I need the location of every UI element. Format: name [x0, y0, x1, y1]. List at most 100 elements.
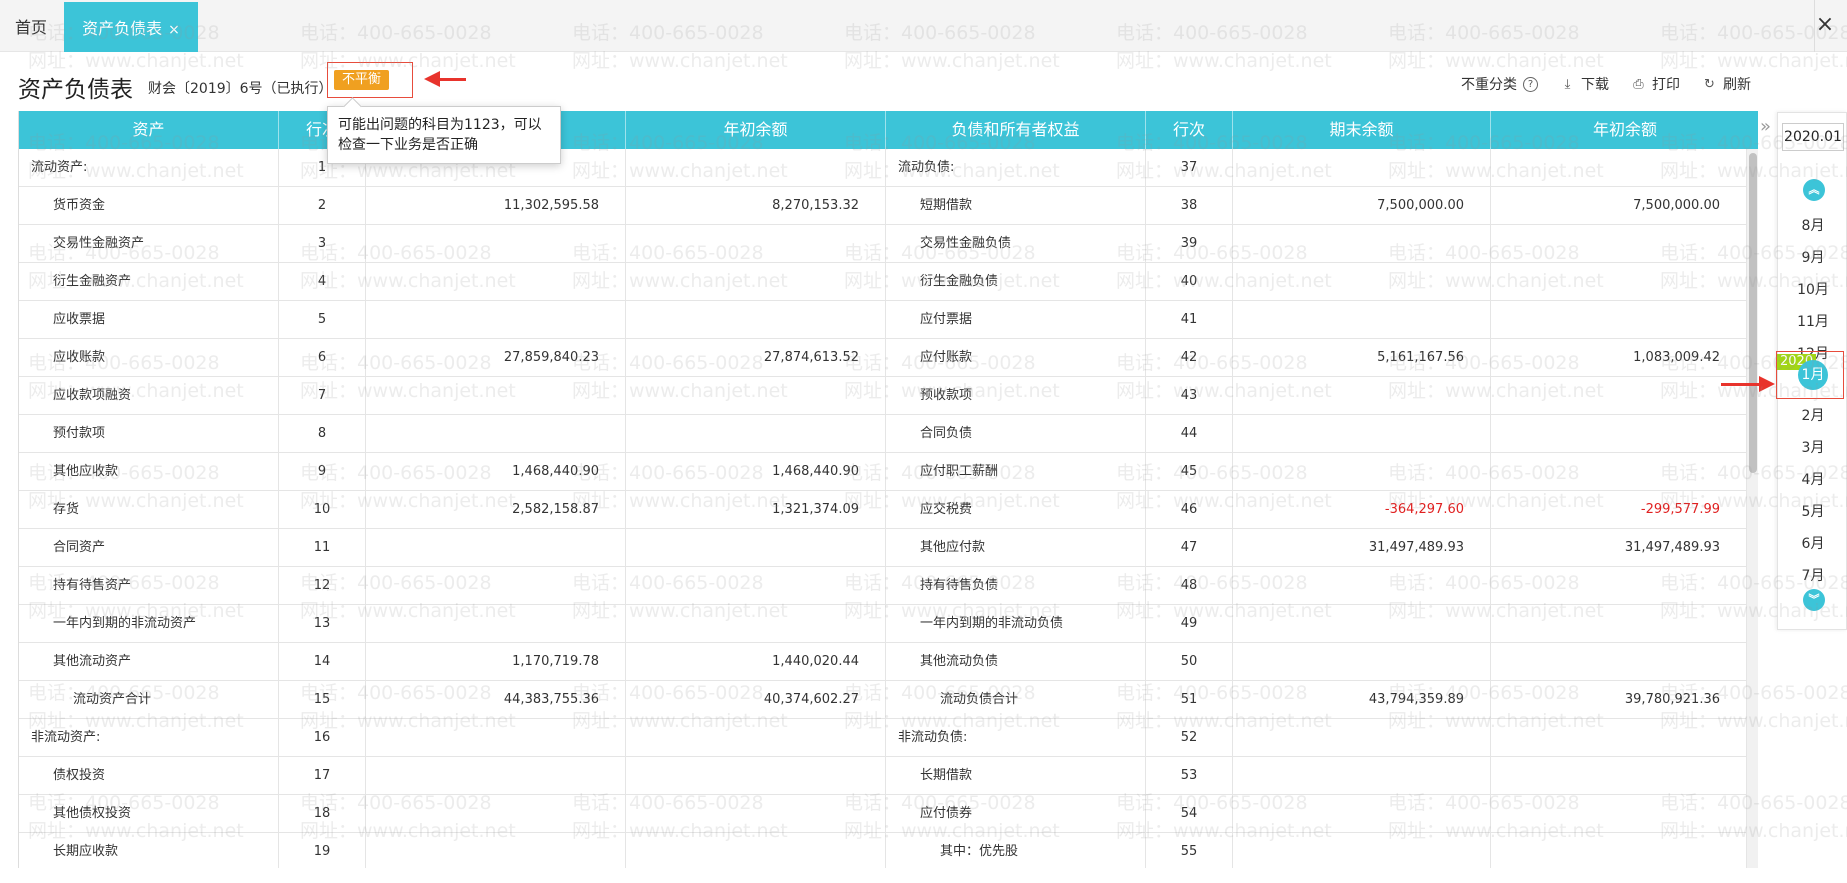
asset-begin-balance[interactable]	[626, 149, 886, 187]
liability-begin-balance[interactable]	[1491, 377, 1747, 415]
asset-begin-balance[interactable]: 1,468,440.90	[626, 453, 886, 491]
month-item[interactable]: 6月	[1778, 533, 1847, 553]
month-item[interactable]: 5月	[1778, 501, 1847, 521]
asset-begin-balance[interactable]	[626, 415, 886, 453]
month-item[interactable]: 8月	[1778, 215, 1847, 235]
month-item[interactable]: 4月	[1778, 469, 1847, 489]
asset-end-balance[interactable]: 11,302,595.58	[366, 187, 626, 225]
liability-begin-balance[interactable]: 7,500,000.00	[1491, 187, 1747, 225]
liability-end-balance[interactable]: 7,500,000.00	[1233, 187, 1491, 225]
asset-begin-balance[interactable]	[626, 567, 886, 605]
liability-begin-balance[interactable]	[1491, 719, 1747, 757]
asset-end-balance[interactable]	[366, 263, 626, 301]
liability-end-balance[interactable]	[1233, 757, 1491, 795]
print-button[interactable]: ⎙ 打印	[1631, 74, 1680, 94]
liability-begin-balance[interactable]	[1491, 757, 1747, 795]
liability-begin-balance[interactable]	[1491, 453, 1747, 491]
liability-end-balance[interactable]	[1233, 567, 1491, 605]
double-chevron-up-icon[interactable]: ︽	[1803, 179, 1825, 201]
collapse-panel-icon[interactable]: »	[1760, 116, 1771, 137]
liability-end-balance[interactable]: -364,297.60	[1233, 491, 1491, 529]
liability-begin-balance[interactable]	[1491, 795, 1747, 833]
asset-begin-balance[interactable]: 1,321,374.09	[626, 491, 886, 529]
window-close-icon[interactable]: ×	[1813, 14, 1837, 38]
liability-begin-balance[interactable]	[1491, 415, 1747, 453]
download-button[interactable]: ⤓ 下载	[1560, 74, 1609, 94]
asset-end-balance[interactable]: 27,859,840.23	[366, 339, 626, 377]
liability-begin-balance[interactable]	[1491, 301, 1747, 339]
liability-end-balance[interactable]: 5,161,167.56	[1233, 339, 1491, 377]
asset-end-balance[interactable]	[366, 301, 626, 339]
liability-begin-balance[interactable]	[1491, 643, 1747, 681]
asset-end-balance[interactable]	[366, 529, 626, 567]
liability-begin-balance[interactable]	[1491, 605, 1747, 643]
asset-begin-balance[interactable]: 1,440,020.44	[626, 643, 886, 681]
liability-end-balance[interactable]	[1233, 149, 1491, 187]
month-item[interactable]: 10月	[1778, 279, 1847, 299]
asset-end-balance[interactable]	[366, 225, 626, 263]
asset-begin-balance[interactable]	[626, 757, 886, 795]
liability-begin-balance[interactable]	[1491, 833, 1747, 868]
asset-end-balance[interactable]	[366, 415, 626, 453]
liability-begin-balance[interactable]	[1491, 263, 1747, 301]
month-item[interactable]: 9月	[1778, 247, 1847, 267]
liability-end-balance[interactable]	[1233, 833, 1491, 868]
liability-begin-balance[interactable]: 1,083,009.42	[1491, 339, 1747, 377]
asset-end-balance[interactable]	[366, 567, 626, 605]
month-item[interactable]: 2月	[1778, 405, 1847, 425]
refresh-button[interactable]: ↻ 刷新	[1702, 74, 1751, 94]
liability-end-balance[interactable]	[1233, 377, 1491, 415]
asset-begin-balance[interactable]	[626, 529, 886, 567]
liability-begin-balance[interactable]: 31,497,489.93	[1491, 529, 1747, 567]
asset-end-balance[interactable]: 1,170,719.78	[366, 643, 626, 681]
asset-end-balance[interactable]	[366, 757, 626, 795]
asset-end-balance[interactable]	[366, 605, 626, 643]
asset-begin-balance[interactable]	[626, 377, 886, 415]
liability-end-balance[interactable]	[1233, 795, 1491, 833]
liability-end-balance[interactable]	[1233, 643, 1491, 681]
unbalanced-badge[interactable]: 不平衡	[334, 70, 390, 90]
liability-end-balance[interactable]	[1233, 453, 1491, 491]
liability-end-balance[interactable]: 31,497,489.93	[1233, 529, 1491, 567]
asset-end-balance[interactable]: 2,582,158.87	[366, 491, 626, 529]
asset-begin-balance[interactable]	[626, 225, 886, 263]
asset-begin-balance[interactable]	[626, 719, 886, 757]
asset-begin-balance[interactable]: 27,874,613.52	[626, 339, 886, 377]
month-selected[interactable]: 1月	[1798, 360, 1828, 390]
month-item[interactable]: 3月	[1778, 437, 1847, 457]
asset-begin-balance[interactable]	[626, 833, 886, 868]
scroll-thumb[interactable]	[1749, 153, 1757, 473]
liability-begin-balance[interactable]	[1491, 567, 1747, 605]
liability-begin-balance[interactable]: -299,577.99	[1491, 491, 1747, 529]
help-icon[interactable]: ?	[1523, 76, 1538, 92]
asset-begin-balance[interactable]	[626, 795, 886, 833]
month-item[interactable]: 7月	[1778, 565, 1847, 585]
asset-begin-balance[interactable]	[626, 263, 886, 301]
asset-begin-balance[interactable]: 8,270,153.32	[626, 187, 886, 225]
asset-end-balance[interactable]	[366, 795, 626, 833]
tab-close-icon[interactable]: ×	[168, 22, 180, 38]
tab-home[interactable]: 首页	[0, 0, 62, 52]
liability-begin-balance[interactable]	[1491, 225, 1747, 263]
asset-begin-balance[interactable]	[626, 605, 886, 643]
liability-end-balance[interactable]	[1233, 605, 1491, 643]
liability-end-balance[interactable]	[1233, 225, 1491, 263]
period-display[interactable]: 2020.01	[1782, 123, 1844, 151]
asset-begin-balance[interactable]	[626, 301, 886, 339]
liability-begin-balance[interactable]: 39,780,921.36	[1491, 681, 1747, 719]
no-reclass-toggle[interactable]: 不重分类 ?	[1461, 74, 1538, 94]
liability-end-balance[interactable]	[1233, 301, 1491, 339]
asset-end-balance[interactable]	[366, 833, 626, 868]
double-chevron-down-icon[interactable]: ︾	[1803, 589, 1825, 611]
liability-end-balance[interactable]	[1233, 415, 1491, 453]
asset-end-balance[interactable]	[366, 719, 626, 757]
asset-end-balance[interactable]	[366, 377, 626, 415]
asset-begin-balance[interactable]: 40,374,602.27	[626, 681, 886, 719]
tab-balance-sheet[interactable]: 资产负债表 ×	[64, 2, 198, 52]
month-item[interactable]: 11月	[1778, 311, 1847, 331]
liability-end-balance[interactable]	[1233, 719, 1491, 757]
liability-begin-balance[interactable]	[1491, 149, 1747, 187]
liability-end-balance[interactable]: 43,794,359.89	[1233, 681, 1491, 719]
asset-end-balance[interactable]: 1,468,440.90	[366, 453, 626, 491]
asset-end-balance[interactable]: 44,383,755.36	[366, 681, 626, 719]
